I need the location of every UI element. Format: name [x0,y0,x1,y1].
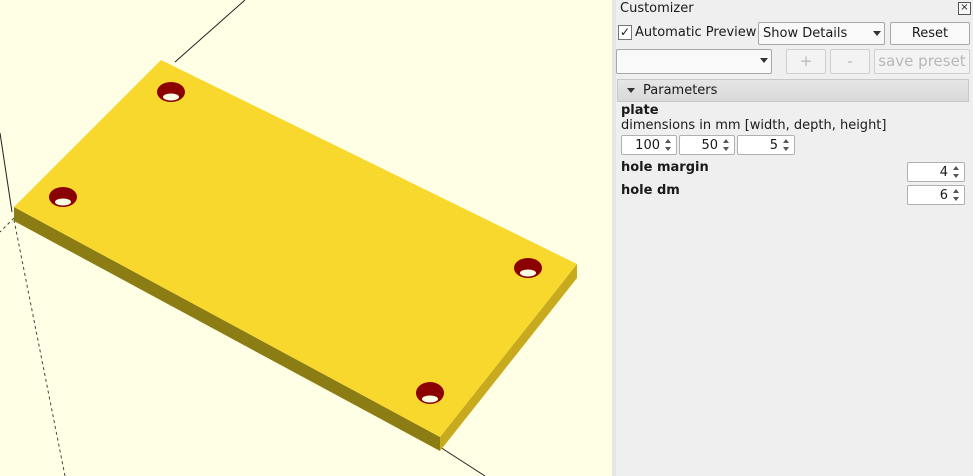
chevron-down-icon [873,31,881,36]
close-icon[interactable]: × [958,2,971,15]
parameters-section-header[interactable]: Parameters [617,79,969,102]
param-name-hole-margin: hole margin [621,160,709,175]
plate-depth-spinbox[interactable]: 50 [679,135,735,155]
spin-up-icon[interactable] [780,137,793,145]
viewport-canvas[interactable] [0,0,612,476]
expand-triangle-icon [627,88,635,93]
hole [157,82,185,102]
spinbox-value: 5 [769,138,778,153]
param-description-plate: dimensions in mm [width, depth, height] [621,118,887,133]
spinbox-value: 4 [939,165,948,180]
param-name-plate: plate [621,103,659,118]
customizer-panel: Customizer × ✓ Automatic Preview Show De… [616,0,973,476]
spin-down-icon[interactable] [720,146,733,154]
spin-up-icon[interactable] [950,187,963,195]
spinbox-value: 50 [701,138,718,153]
axis-line-dashed [13,219,66,476]
hole-dm-spinbox[interactable]: 6 [907,185,965,205]
spin-down-icon[interactable] [950,173,963,181]
automatic-preview-checkbox[interactable]: ✓ [618,25,632,40]
save-preset-button[interactable]: save preset [874,49,970,74]
automatic-preview-label[interactable]: Automatic Preview [635,25,756,40]
3d-viewport[interactable] [0,0,612,476]
spin-down-icon[interactable] [950,196,963,204]
axis-line [0,132,13,213]
show-details-value: Show Details [763,26,848,41]
parameters-section-label: Parameters [643,83,718,98]
axis-line [174,0,246,63]
spin-up-icon[interactable] [720,137,733,145]
plate-height-spinbox[interactable]: 5 [737,135,795,155]
panel-title: Customizer [620,1,694,16]
preset-dropdown[interactable] [616,49,772,74]
hole [49,187,77,207]
spin-down-icon[interactable] [780,146,793,154]
axis-line-dashed [0,217,15,233]
spin-up-icon[interactable] [950,164,963,172]
show-details-dropdown[interactable]: Show Details [758,22,885,45]
reset-button[interactable]: Reset [890,22,970,45]
plate-width-spinbox[interactable]: 100 [621,135,677,155]
spinbox-value: 100 [635,138,660,153]
remove-preset-button[interactable]: - [830,49,870,74]
param-name-hole-dm: hole dm [621,183,680,198]
spin-down-icon[interactable] [662,146,675,154]
chevron-down-icon [760,58,768,63]
hole [416,382,444,404]
spin-up-icon[interactable] [662,137,675,145]
add-preset-button[interactable]: + [786,49,826,74]
hole [514,258,542,278]
axis-line [439,446,486,476]
spinbox-value: 6 [939,188,948,203]
hole-margin-spinbox[interactable]: 4 [907,162,965,182]
